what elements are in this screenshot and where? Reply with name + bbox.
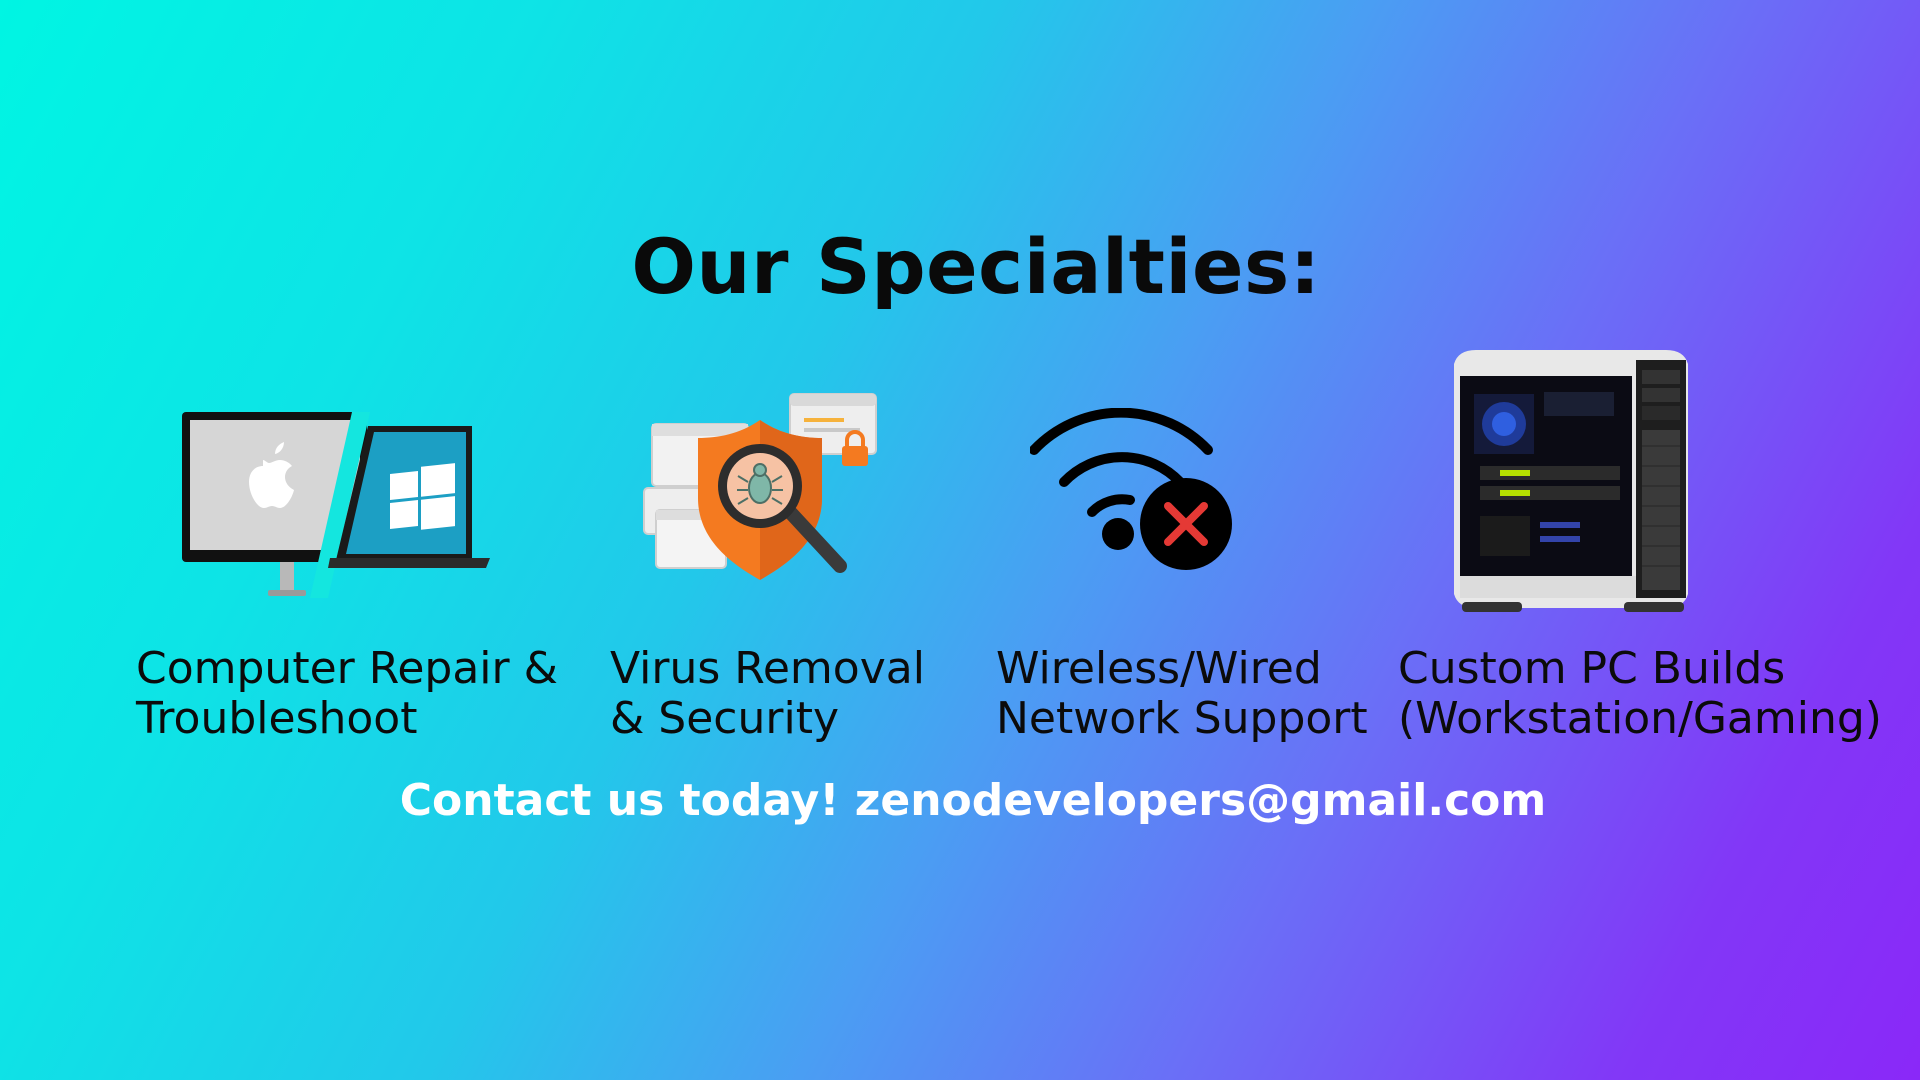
specialty-label-line: Wireless/Wired [996, 643, 1322, 694]
mac-windows-devices-icon [180, 408, 500, 608]
specialty-label-line: & Security [610, 693, 839, 744]
shield-bug-magnifier-icon [640, 390, 880, 590]
specialty-label-repair: Computer Repair & Troubleshoot [136, 644, 558, 744]
contact-line: Contact us today! zenodevelopers@gmail.c… [399, 775, 1547, 826]
page-title: Our Specialties: [631, 222, 1321, 311]
specialty-label-line: Custom PC Builds [1398, 643, 1786, 694]
specialty-label-pc-builds: Custom PC Builds (Workstation/Gaming) [1398, 644, 1882, 744]
pc-tower-icon [1440, 346, 1710, 616]
specialty-label-line: Virus Removal [610, 643, 925, 694]
specialty-label-line: Network Support [996, 693, 1368, 744]
specialty-label-line: Computer Repair & [136, 643, 558, 694]
wifi-disconnected-icon [1030, 408, 1240, 578]
slide-background: Our Specialties: Computer Repair & Troub… [0, 0, 1920, 1080]
specialty-label-virus: Virus Removal & Security [610, 644, 925, 744]
specialty-label-line: Troubleshoot [136, 693, 418, 744]
specialty-label-network: Wireless/Wired Network Support [996, 644, 1368, 744]
specialty-label-line: (Workstation/Gaming) [1398, 693, 1882, 744]
